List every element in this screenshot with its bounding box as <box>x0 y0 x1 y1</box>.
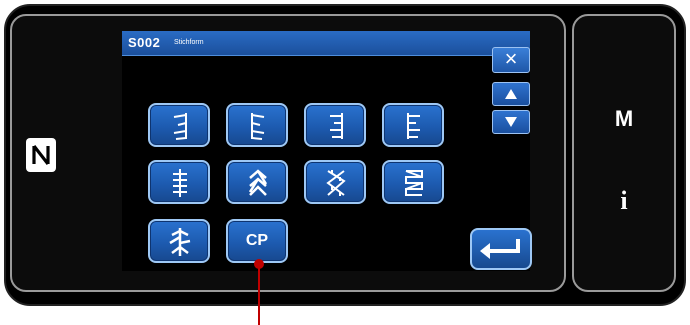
stitch-pattern-8-icon <box>405 170 423 196</box>
stitch-pattern-9-icon <box>169 228 191 256</box>
stitch-pattern-1-icon <box>173 113 187 140</box>
stitch-button-1[interactable] <box>148 103 210 147</box>
arrow-down-icon <box>505 117 517 127</box>
callout-line <box>258 262 260 325</box>
stitch-button-7[interactable] <box>304 160 366 204</box>
stitch-button-3[interactable] <box>304 103 366 147</box>
nfc-icon <box>26 138 56 172</box>
side-panel <box>572 14 676 292</box>
scroll-up-button[interactable] <box>492 82 530 106</box>
close-icon: × <box>504 46 518 71</box>
stitch-button-2[interactable] <box>226 103 288 147</box>
enter-icon <box>480 239 520 259</box>
stitch-button-9[interactable] <box>148 219 210 263</box>
stitch-button-8[interactable] <box>382 160 444 204</box>
stitch-pattern-3-icon <box>330 113 343 139</box>
stitch-pattern-2-icon <box>251 113 265 140</box>
mode-button[interactable]: M <box>572 106 676 132</box>
dialog-title: Stichform <box>174 39 204 46</box>
stitch-pattern-4-icon <box>407 113 420 139</box>
arrow-up-icon <box>505 89 517 99</box>
stitch-button-6[interactable] <box>226 160 288 204</box>
dialog-titlebar: S002 Stichform <box>122 31 530 56</box>
stitch-pattern-7-icon <box>326 170 346 196</box>
stitch-pattern-5-icon <box>173 169 187 197</box>
enter-button[interactable] <box>470 228 532 270</box>
close-button[interactable]: × <box>492 47 530 73</box>
stitch-button-5[interactable] <box>148 160 210 204</box>
dialog-code: S002 <box>128 35 161 50</box>
stitch-pattern-6-icon <box>248 169 268 196</box>
stitch-button-4[interactable] <box>382 103 444 147</box>
info-button[interactable]: i <box>572 186 676 216</box>
cp-button[interactable]: CP <box>226 219 288 263</box>
scroll-down-button[interactable] <box>492 110 530 134</box>
cp-label: CP <box>245 232 269 249</box>
